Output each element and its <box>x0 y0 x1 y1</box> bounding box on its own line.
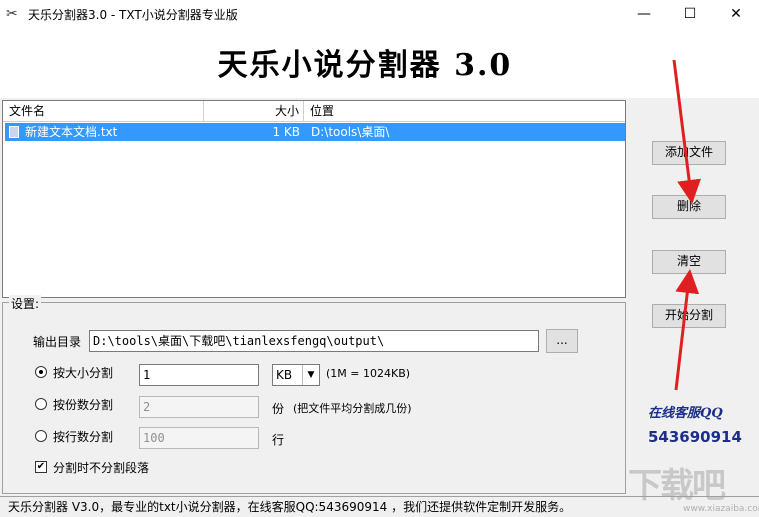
scissors-icon: ✂ <box>6 6 18 22</box>
status-bar: 天乐分割器 V3.0，最专业的txt小说分割器，在线客服QQ:543690914… <box>0 496 759 517</box>
browse-button[interactable]: ... <box>546 329 578 353</box>
parts-hint: (把文件平均分割成几份) <box>293 402 412 415</box>
title-bar: ✂ 天乐分割器3.0 - TXT小说分割器专业版 — ☐ ✕ <box>0 0 759 28</box>
no-split-paragraph-label[interactable]: 分割时不分割段落 <box>53 459 149 476</box>
close-button[interactable]: ✕ <box>713 0 759 28</box>
minimize-button[interactable]: — <box>621 0 667 28</box>
file-name: 新建文本文档.txt <box>25 125 118 139</box>
split-size-input[interactable]: 1 <box>139 364 259 386</box>
file-row[interactable]: 新建文本文档.txt 1 KB D:\tools\桌面\ <box>5 123 625 141</box>
list-header: 文件名 大小 位置 <box>3 101 625 122</box>
start-split-button[interactable]: 开始分割 <box>652 304 726 328</box>
output-dir-input[interactable]: D:\tools\桌面\下载吧\tianlexsfengq\output\ <box>89 330 539 352</box>
output-dir-label: 输出目录 <box>33 335 82 349</box>
text-file-icon <box>9 126 19 138</box>
parts-unit: 份 <box>272 402 285 416</box>
split-parts-input[interactable]: 2 <box>139 396 259 418</box>
add-file-button[interactable]: 添加文件 <box>652 141 726 165</box>
split-by-size-label[interactable]: 按大小分割 <box>53 364 113 381</box>
file-size: 1 KB <box>272 125 300 139</box>
delete-button[interactable]: 删除 <box>652 195 726 219</box>
size-hint: (1M = 1024KB) <box>326 367 411 380</box>
clear-button[interactable]: 清空 <box>652 250 726 274</box>
file-location: D:\tools\桌面\ <box>311 125 390 139</box>
file-list[interactable]: 文件名 大小 位置 新建文本文档.txt 1 KB D:\tools\桌面\ <box>2 100 626 298</box>
split-by-parts-radio[interactable] <box>35 398 47 410</box>
column-header-size[interactable]: 大小 <box>204 101 304 121</box>
app-heading: 天乐小说分割器 3.0 <box>217 48 513 83</box>
column-header-location[interactable]: 位置 <box>304 101 624 121</box>
no-split-paragraph-checkbox[interactable]: ✔ <box>35 461 47 473</box>
split-by-size-radio[interactable] <box>35 366 47 378</box>
size-unit-select[interactable]: KB ▼ <box>272 364 320 386</box>
maximize-button[interactable]: ☐ <box>667 0 713 28</box>
settings-legend: 设置: <box>9 295 42 312</box>
split-by-lines-radio[interactable] <box>35 430 47 442</box>
lines-unit: 行 <box>272 433 285 447</box>
window-title: 天乐分割器3.0 - TXT小说分割器专业版 <box>28 8 238 22</box>
split-by-lines-label[interactable]: 按行数分割 <box>53 428 113 445</box>
support-qq-number: 543690914 <box>648 428 742 446</box>
chevron-down-icon: ▼ <box>302 365 319 385</box>
support-label: 在线客服QQ <box>648 406 723 421</box>
size-unit-value: KB <box>276 368 293 382</box>
split-by-parts-label[interactable]: 按份数分割 <box>53 396 113 413</box>
split-lines-input[interactable]: 100 <box>139 427 259 449</box>
column-header-name[interactable]: 文件名 <box>3 101 204 121</box>
